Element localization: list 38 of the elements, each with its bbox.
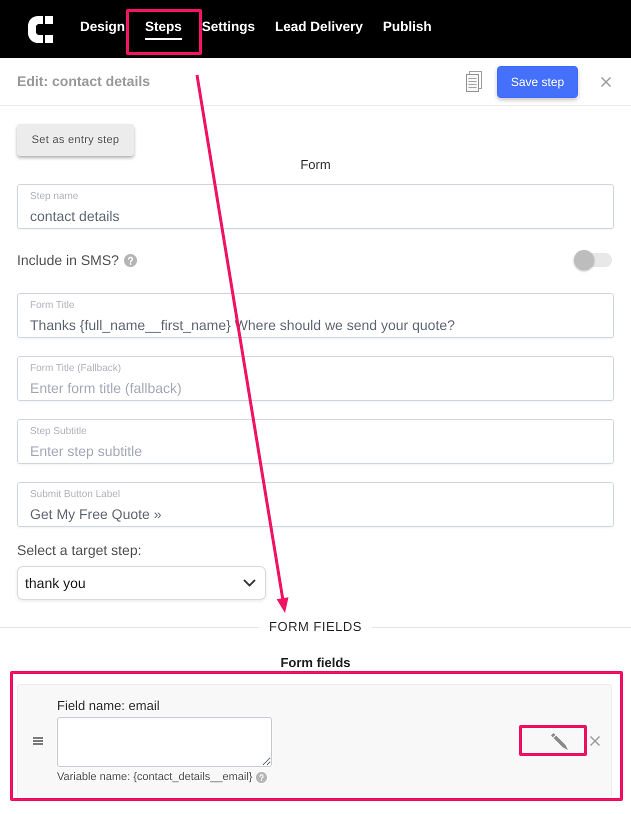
target-step-select[interactable]: thank you	[17, 566, 266, 600]
chevron-down-icon	[243, 579, 256, 587]
nav-tab[interactable]: Settings	[202, 18, 256, 40]
variable-name: Variable name: {contact_details__email}	[57, 770, 252, 784]
field-label: Step name	[30, 191, 80, 203]
set-entry-step-button[interactable]: Set as entry step	[17, 124, 134, 156]
close-icon[interactable]	[601, 76, 611, 86]
document-icon[interactable]	[466, 71, 482, 92]
drag-handle-icon[interactable]	[33, 737, 43, 745]
form-fields-heading: Form fields	[279, 655, 352, 671]
toggle-switch[interactable]	[574, 250, 612, 270]
nav-tab[interactable]: Steps	[145, 18, 182, 40]
form-heading: Form	[299, 157, 332, 173]
field-name: Field name: email	[57, 698, 161, 714]
help-icon	[124, 254, 137, 266]
close-icon[interactable]	[590, 736, 600, 746]
text-field[interactable]: Step name contact details	[17, 184, 614, 229]
nav-tab[interactable]: Publish	[382, 18, 432, 40]
textarea-field[interactable]	[57, 717, 272, 767]
field-label: Step Subtitle	[30, 426, 88, 438]
field-label: Submit Button Label	[30, 489, 122, 501]
text-input[interactable]: Enter form title (fallback)	[30, 378, 601, 397]
save-step-button[interactable]: Save step	[497, 66, 578, 98]
help-icon	[256, 772, 268, 782]
logo-icon	[28, 16, 53, 42]
pencil-icon[interactable]	[550, 732, 569, 750]
nav-tab[interactable]: Lead Delivery	[275, 18, 363, 40]
text-input[interactable]: Enter step subtitle	[30, 441, 601, 460]
toggle-label: Include in SMS?	[17, 250, 119, 270]
field-label: Form Title	[30, 300, 76, 312]
nav-tab[interactable]: Design	[80, 18, 126, 40]
text-input[interactable]: contact details	[30, 206, 601, 225]
section-divider-label: FORM FIELDS	[268, 619, 363, 635]
text-input[interactable]: Get My Free Quote »	[30, 504, 601, 523]
text-field[interactable]: Submit Button Label Get My Free Quote »	[17, 482, 614, 527]
select-label: Select a target step:	[17, 542, 143, 558]
field-label: Form Title (Fallback)	[30, 363, 122, 375]
edit-title: Edit: contact details	[17, 72, 150, 91]
